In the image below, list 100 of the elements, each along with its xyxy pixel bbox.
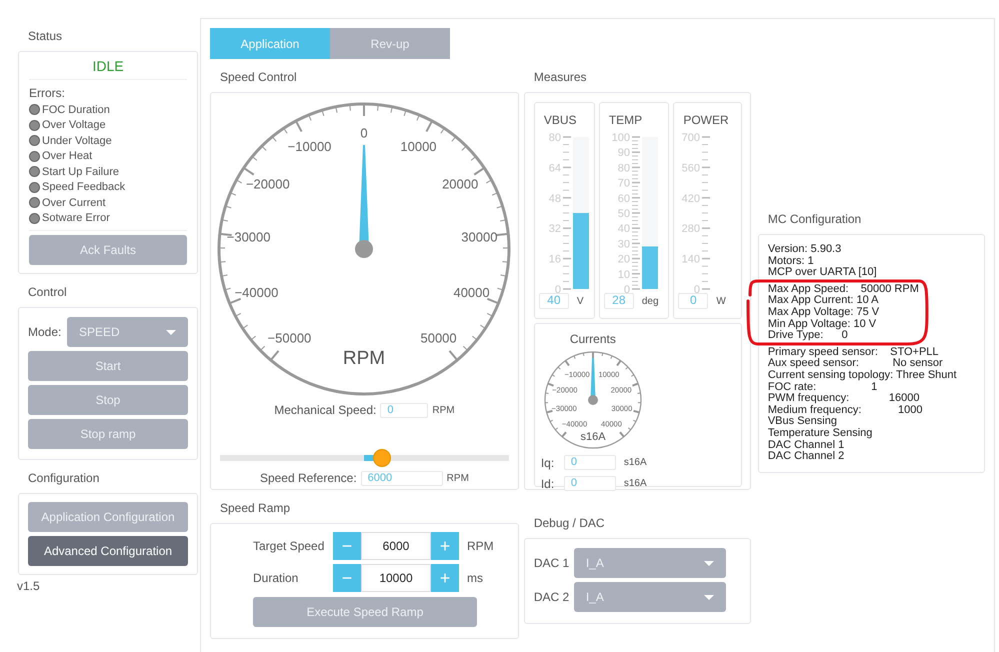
slider-thumb[interactable] — [372, 449, 391, 467]
gauge-scale-label: −30000 — [227, 229, 271, 244]
config-line: Max App Current: 10 A — [768, 295, 880, 307]
unit-label: W — [716, 294, 726, 308]
config-line: Motors: 1 — [768, 256, 815, 267]
caret-icon — [166, 330, 176, 334]
gauge-scale-label: 40000 — [454, 285, 490, 300]
section-title: Control — [27, 284, 68, 301]
config-line: Medium frequency: 1000 — [768, 404, 924, 416]
value-field[interactable]: 0 — [678, 293, 708, 309]
dac-dropdown[interactable]: I_A — [574, 548, 726, 578]
config-line: Max App Speed: 50000 RPM — [768, 284, 920, 296]
config-line: Max App Voltage: 75 V — [768, 306, 880, 319]
unit-label: RPM — [467, 538, 494, 555]
config-line: DAC Channel 2 — [768, 451, 846, 463]
config-line: Min App Voltage: 10 V — [768, 318, 878, 330]
field-label: Duration — [253, 570, 300, 587]
gauge-scale-label: −50000 — [268, 330, 312, 346]
field-label: Speed Reference: — [260, 470, 357, 487]
needle-hub — [588, 395, 598, 405]
value-field[interactable]: 6000 — [360, 470, 443, 486]
config-line: MCP over UARTA [10] — [768, 267, 878, 279]
status-text: IDLE — [29, 56, 187, 80]
mode-label: Mode: — [28, 324, 62, 341]
meter-title: POWER — [682, 112, 730, 129]
unit-label: deg — [642, 294, 659, 308]
currents-title: Currents — [568, 331, 617, 348]
plus-button[interactable]: + — [431, 564, 459, 592]
version-text: v1.5 — [17, 578, 41, 595]
execute-button[interactable]: Execute Speed Ramp — [253, 597, 477, 627]
caret-icon — [704, 560, 714, 566]
section-title: Measures — [532, 69, 588, 86]
meter-title: TEMP — [608, 112, 644, 129]
minus-button[interactable]: − — [333, 564, 361, 592]
value-field[interactable]: 0 — [564, 476, 616, 491]
unit-label: V — [576, 294, 584, 308]
plus-button[interactable]: + — [431, 532, 459, 560]
value-field[interactable]: 40 — [538, 293, 569, 309]
error-label: FOC Duration — [42, 102, 110, 118]
unit-label: RPM — [432, 404, 455, 418]
config-line: Aux speed sensor: No sensor — [768, 358, 944, 370]
gauge-scale-label: −20000 — [246, 176, 290, 192]
value-field[interactable]: 28 — [604, 293, 634, 309]
gauge-scale-label: −10000 — [288, 139, 332, 154]
needle-hub — [355, 240, 374, 258]
config-line: Version: 5.90.3 — [768, 244, 842, 256]
gauge-scale-label: −40000 — [235, 285, 279, 300]
value-field[interactable]: 0 — [564, 455, 616, 470]
config-line: Drive Type: 0 — [768, 330, 848, 342]
dac-label: DAC 2 — [534, 589, 570, 606]
mode-dropdown[interactable]: SPEED — [67, 317, 188, 347]
configuration-button[interactable]: Application Configuration — [28, 502, 188, 532]
value-field[interactable]: 0 — [380, 402, 428, 418]
field-label: Id: — [540, 476, 556, 492]
number-field[interactable]: 10000 — [361, 564, 431, 592]
error-label: Over Voltage — [42, 118, 106, 133]
configuration-button[interactable]: Advanced Configuration — [28, 536, 188, 566]
control-button[interactable]: Stop ramp — [28, 419, 188, 449]
tab[interactable]: Application — [210, 28, 330, 59]
errors-label: Errors: — [29, 85, 66, 102]
error-label: Under Voltage — [42, 134, 112, 148]
unit-label: s16A — [624, 477, 647, 491]
section-title: Debug / DAC — [532, 515, 606, 532]
tab[interactable]: Rev-up — [330, 28, 450, 59]
config-line: Temperature Sensing — [768, 428, 874, 440]
section-title: Speed Control — [219, 69, 298, 86]
number-field[interactable]: 6000 — [361, 532, 431, 560]
gauge-scale-label: 20000 — [442, 176, 479, 192]
error-label: Sotware Error — [42, 211, 110, 226]
error-label: Over Current — [42, 196, 106, 210]
config-line: DAC Channel 1 — [768, 440, 846, 451]
control-button[interactable]: Stop — [28, 385, 188, 415]
section-title: Speed Ramp — [219, 500, 292, 517]
error-label: Start Up Failure — [42, 164, 120, 180]
gauge-scale-label: 50000 — [420, 330, 458, 346]
ack-faults-button[interactable]: Ack Faults — [29, 235, 187, 265]
section-title: Configuration — [27, 470, 100, 487]
section-title: Status — [27, 28, 64, 45]
field-label: Mechanical Speed: — [274, 402, 376, 419]
meter-title: VBUS — [542, 112, 578, 129]
gauge-scale-label: 0 — [360, 126, 368, 141]
dac-dropdown[interactable]: I_A — [574, 582, 726, 612]
field-label: Target Speed — [253, 538, 326, 555]
error-label: Over Heat — [42, 149, 92, 164]
field-label: Iq: — [540, 454, 556, 472]
caret-icon — [704, 594, 714, 600]
gauge-scale-label: 30000 — [462, 229, 498, 244]
config-line: Current sensing topology: Three Shunt — [768, 370, 958, 382]
config-line: VBus Sensing — [768, 416, 837, 428]
config-line: Primary speed sensor: STO+PLL — [768, 346, 940, 358]
gauge-scale-label: 10000 — [400, 139, 437, 154]
unit-label: ms — [467, 570, 483, 587]
control-button[interactable]: Start — [28, 351, 188, 381]
dac-label: DAC 1 — [534, 555, 570, 572]
config-line: PWM frequency: 16000 — [768, 393, 920, 405]
unit-label: RPM — [446, 472, 469, 486]
unit-label: s16A — [624, 456, 647, 470]
section-title: MC Configuration — [766, 211, 862, 228]
gauge-unit: RPM — [343, 348, 386, 369]
minus-button[interactable]: − — [333, 532, 361, 560]
